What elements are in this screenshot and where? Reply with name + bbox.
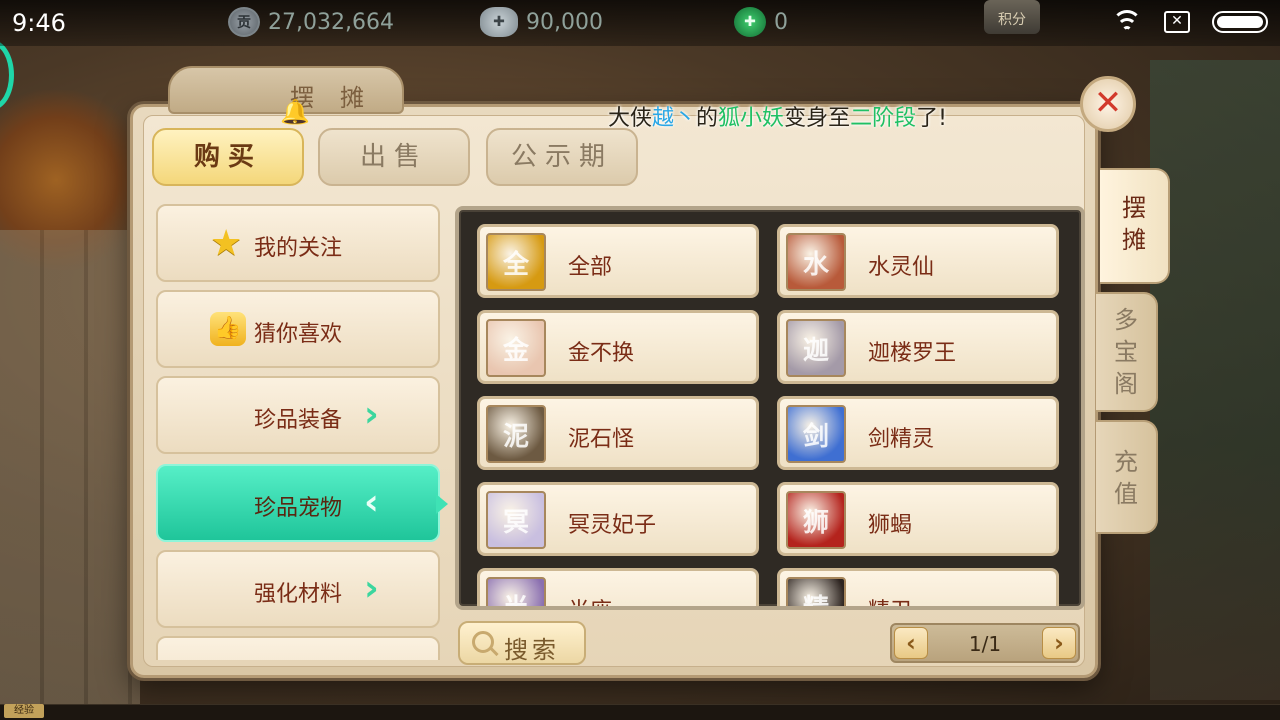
next-page-button[interactable]: › <box>1042 627 1076 659</box>
menu-item-my-follows[interactable]: ★ 我的关注 <box>156 204 440 282</box>
pet-avatar: 金 <box>486 319 546 377</box>
category-menu: ★ 我的关注 👍 猜你喜欢 珍品装备 › 珍品宠物 ‹ 强化材料 › <box>152 200 444 660</box>
no-sim-icon: ✕ <box>1164 11 1190 33</box>
side-tab-char: 阁 <box>1114 370 1138 398</box>
pet-card[interactable]: 精 精卫 <box>777 568 1059 606</box>
background-scenery-right <box>1150 60 1280 700</box>
pet-avatar: 水 <box>786 233 846 291</box>
jade-currency: ✚ 0 <box>734 6 788 38</box>
experience-bar <box>0 704 1280 720</box>
tab-public-period[interactable]: 公示期 <box>486 128 638 186</box>
coin-value: 27,032,664 <box>268 9 394 35</box>
tab-buy[interactable]: 购买 <box>152 128 304 186</box>
pet-card[interactable]: 泥 泥石怪 <box>477 396 759 470</box>
menu-item-rare-pets[interactable]: 珍品宠物 ‹ <box>156 464 440 542</box>
pager: 1/1 ‹ › <box>890 623 1080 663</box>
side-tab-recharge[interactable]: 充 值 <box>1096 420 1158 534</box>
status-bar: 9:46 贡 27,032,664 ✚ 90,000 ✚ 0 积分 ✕ <box>0 0 1280 46</box>
announce-text: 了! <box>916 106 947 131</box>
pet-avatar: 冥 <box>486 491 546 549</box>
pet-avatar: 迦 <box>786 319 846 377</box>
search-button[interactable]: 搜索 <box>458 621 586 665</box>
menu-item-label: 猜你喜欢 <box>254 322 343 347</box>
pet-name: 泥石怪 <box>568 427 635 452</box>
menu-item-label: 珍品装备 <box>254 408 343 433</box>
menu-item-partial[interactable] <box>156 636 440 660</box>
pet-name: 全部 <box>568 255 613 280</box>
announce-stage: 二阶段 <box>850 106 917 131</box>
thumbs-up-icon: 👍 <box>210 312 246 346</box>
pet-name: 金不换 <box>568 341 635 366</box>
pet-avatar: 精 <box>786 577 846 606</box>
chevron-left-icon: ‹ <box>364 482 379 523</box>
prev-page-button[interactable]: ‹ <box>894 627 928 659</box>
side-tab-char: 多 <box>1114 306 1138 334</box>
tab-sell[interactable]: 出售 <box>318 128 470 186</box>
pet-card[interactable]: 金 金不换 <box>477 310 759 384</box>
pet-avatar: 全 <box>486 233 546 291</box>
side-tab-char: 充 <box>1114 448 1138 476</box>
pet-name: 剑精灵 <box>868 427 935 452</box>
pet-name: 狮蝎 <box>868 513 913 538</box>
pet-name: 水灵仙 <box>868 255 935 280</box>
active-menu-pointer <box>436 494 448 514</box>
clock: 9:46 <box>12 9 66 37</box>
menu-item-rare-equipment[interactable]: 珍品装备 › <box>156 376 440 454</box>
pet-card[interactable]: 全 全部 <box>477 224 759 298</box>
side-tab-char: 值 <box>1114 480 1138 508</box>
search-icon <box>472 631 494 653</box>
system-icons: ✕ <box>1112 10 1268 34</box>
chevron-right-icon: › <box>364 568 379 609</box>
silver-ingot-icon: ✚ <box>480 7 518 37</box>
search-label: 搜索 <box>504 636 560 664</box>
announcement-ticker: 大侠越丶的狐小妖变身至二阶段了! <box>608 100 947 132</box>
pet-name: 精卫 <box>868 593 912 606</box>
silver-value: 90,000 <box>526 9 603 35</box>
pet-name: 冥灵妃子 <box>568 513 657 538</box>
side-tab-stall[interactable]: 摆 摊 <box>1100 168 1170 284</box>
wifi-icon <box>1112 10 1142 34</box>
pet-card[interactable]: 半 半座 <box>477 568 759 606</box>
announce-text: 的 <box>696 106 719 131</box>
pet-card[interactable]: 冥 冥灵妃子 <box>477 482 759 556</box>
bell-icon: 🔔 <box>280 98 310 126</box>
pet-name: 迦楼罗王 <box>868 341 957 366</box>
menu-item-enhance-materials[interactable]: 强化材料 › <box>156 550 440 628</box>
coin-icon: 贡 <box>228 7 260 37</box>
coin-currency: 贡 27,032,664 <box>228 6 394 38</box>
announce-text: 变身至 <box>784 106 851 131</box>
background-stone-wall <box>0 230 140 710</box>
pet-card[interactable]: 狮 狮蝎 <box>777 482 1059 556</box>
menu-item-label: 我的关注 <box>254 236 343 261</box>
experience-label: 经验 <box>4 704 44 718</box>
side-tab-char: 摊 <box>1122 226 1146 254</box>
pet-avatar: 泥 <box>486 405 546 463</box>
menu-item-recommended[interactable]: 👍 猜你喜欢 <box>156 290 440 368</box>
pet-avatar: 半 <box>486 577 546 606</box>
side-tab-treasure-pavilion[interactable]: 多 宝 阁 <box>1096 292 1158 412</box>
pet-card[interactable]: 剑 剑精灵 <box>777 396 1059 470</box>
jade-value: 0 <box>774 9 788 35</box>
chevron-right-icon: › <box>364 394 379 435</box>
pet-avatar: 狮 <box>786 491 846 549</box>
menu-item-label: 强化材料 <box>254 582 343 607</box>
pet-name: 半座 <box>568 593 612 606</box>
score-button[interactable]: 积分 <box>984 0 1040 34</box>
menu-item-label: 珍品宠物 <box>254 496 343 521</box>
announce-player: 越丶 <box>652 106 697 131</box>
announce-pet: 狐小妖 <box>718 106 785 131</box>
side-tab-char: 宝 <box>1114 338 1138 366</box>
pet-card[interactable]: 水 水灵仙 <box>777 224 1059 298</box>
battery-icon <box>1212 11 1268 33</box>
star-icon: ★ <box>210 223 243 264</box>
pet-avatar: 剑 <box>786 405 846 463</box>
side-tab-char: 摆 <box>1122 194 1146 222</box>
pet-card[interactable]: 迦 迦楼罗王 <box>777 310 1059 384</box>
jade-icon: ✚ <box>734 7 766 37</box>
silver-currency: ✚ 90,000 <box>480 6 603 38</box>
pet-grid: 全 全部 水 水灵仙 金 金不换 迦 迦楼罗王 泥 泥石怪 剑 剑精灵 冥 冥灵… <box>455 206 1085 610</box>
close-button[interactable]: ✕ <box>1080 76 1136 132</box>
